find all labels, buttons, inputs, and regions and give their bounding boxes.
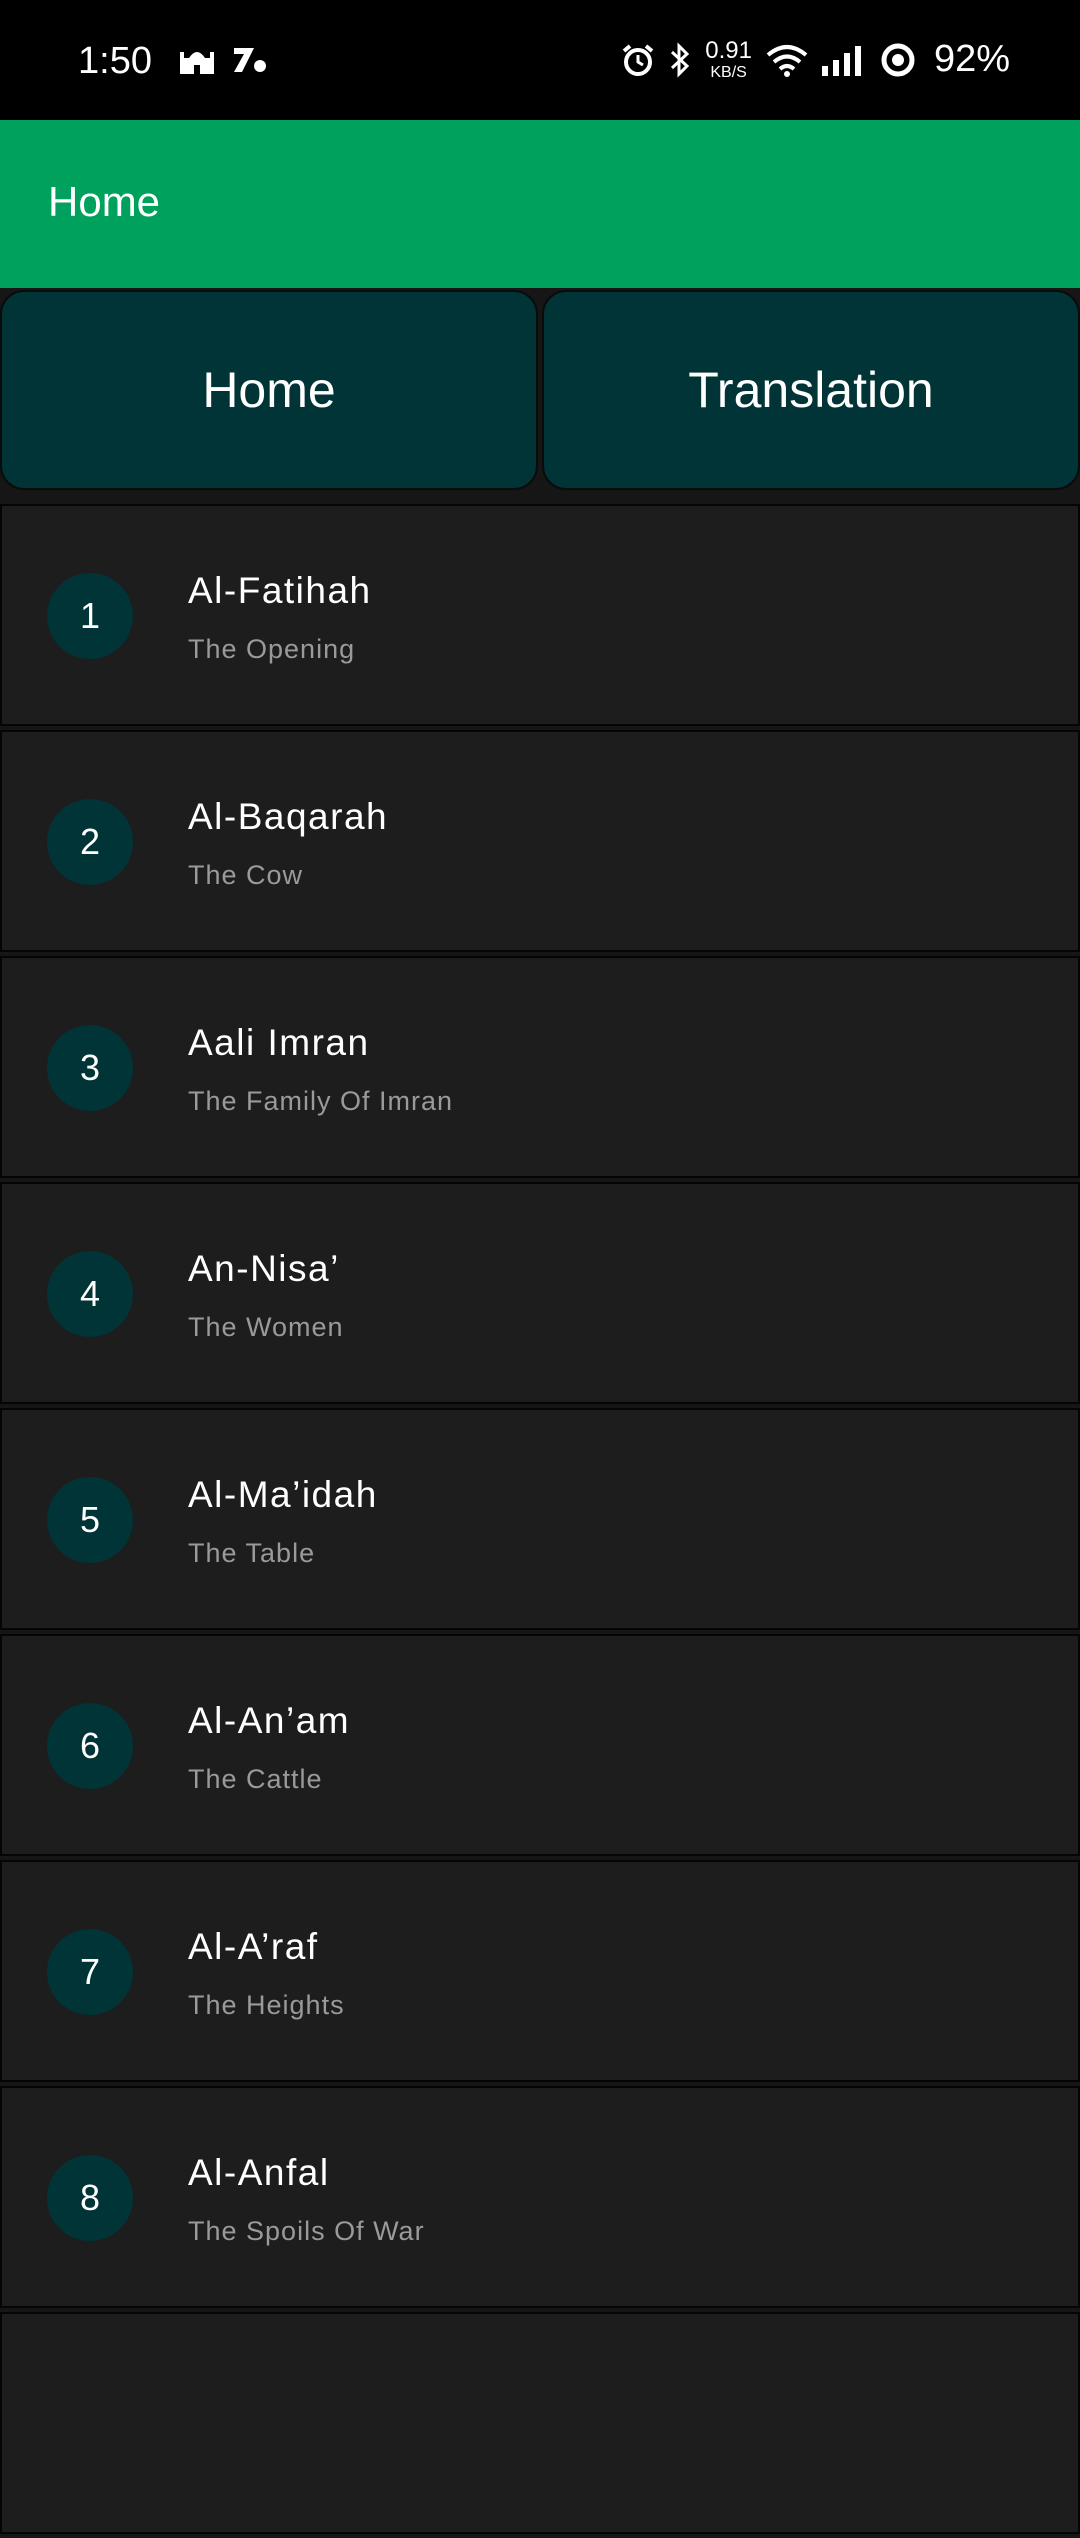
network-speed-value: 0.91 — [705, 36, 752, 64]
network-speed-unit: KB/S — [710, 63, 747, 81]
surah-meaning: The Cattle — [188, 1764, 323, 1794]
list-item[interactable]: 2 Al-Baqarah The Cow — [0, 730, 1080, 952]
list-item[interactable] — [0, 2312, 1080, 2534]
mosque-icon — [180, 44, 214, 76]
list-item[interactable]: 6 Al-An’am The Cattle — [0, 1634, 1080, 1856]
surah-number: 5 — [79, 1499, 101, 1540]
surah-meaning: The Family Of Imran — [188, 1086, 454, 1116]
surah-number: 8 — [79, 2177, 101, 2218]
surah-number: 2 — [79, 821, 101, 862]
surah-meaning: The Table — [188, 1538, 316, 1568]
surah-name: Al-Baqarah — [188, 796, 389, 837]
surah-name: Al-Fatihah — [188, 570, 372, 611]
surah-name: Al-Ma’idah — [188, 1474, 378, 1515]
list-item[interactable]: 3 Aali Imran The Family Of Imran — [0, 956, 1080, 1178]
alarm-icon — [621, 43, 655, 77]
surah-meaning: The Opening — [188, 634, 356, 664]
surah-number: 1 — [79, 595, 101, 636]
tab-bar: Home Translation — [0, 288, 1080, 492]
surah-meaning: The Spoils Of War — [188, 2216, 425, 2246]
surah-number: 6 — [79, 1725, 101, 1766]
status-bar: 1:50 0.91 KB/S 92% — [0, 0, 1080, 120]
surah-meaning: The Cow — [188, 860, 304, 890]
surah-number: 7 — [79, 1951, 101, 1992]
list-item[interactable]: 7 Al-A’raf The Heights — [0, 1860, 1080, 2082]
surah-number-badge: 8 — [47, 2155, 133, 2241]
surah-number: 4 — [79, 1273, 101, 1314]
tab-translation-label: Translation — [688, 362, 934, 418]
surah-number-badge: 4 — [47, 1251, 133, 1337]
network-speed: 0.91 KB/S — [705, 36, 752, 81]
battery-ring-icon — [880, 42, 916, 78]
app-bar: Home — [0, 120, 1080, 288]
surah-meaning: The Heights — [188, 1990, 345, 2020]
surah-name: Al-Anfal — [188, 2152, 330, 2193]
surah-number-badge: 2 — [47, 799, 133, 885]
list-item[interactable]: 8 Al-Anfal The Spoils Of War — [0, 2086, 1080, 2308]
notification-icons — [180, 44, 268, 76]
surah-list: 1 Al-Fatihah The Opening 2 Al-Baqarah Th… — [0, 504, 1080, 2538]
system-icons: 0.91 KB/S 92% — [621, 38, 1010, 81]
list-item[interactable]: 1 Al-Fatihah The Opening — [0, 504, 1080, 726]
tab-home[interactable]: Home — [0, 290, 538, 490]
surah-number-badge: 7 — [47, 1929, 133, 2015]
surah-number-badge: 6 — [47, 1703, 133, 1789]
list-item[interactable]: 4 An-Nisa’ The Women — [0, 1182, 1080, 1404]
wifi-icon — [766, 43, 808, 77]
surah-number-badge: 3 — [47, 1025, 133, 1111]
surah-name: Al-A’raf — [188, 1926, 319, 1967]
surah-number-badge: 5 — [47, 1477, 133, 1563]
surah-number-badge: 1 — [47, 573, 133, 659]
battery-percent: 92% — [933, 38, 1010, 80]
surah-name: Aali Imran — [188, 1022, 370, 1063]
app-bar-title: Home — [48, 178, 161, 225]
surah-name: An-Nisa’ — [188, 1248, 340, 1289]
app-icon — [232, 44, 268, 76]
list-item[interactable]: 5 Al-Ma’idah The Table — [0, 1408, 1080, 1630]
status-time: 1:50 — [78, 40, 152, 82]
bluetooth-icon — [669, 41, 691, 78]
signal-icon — [821, 44, 866, 76]
tab-home-label: Home — [202, 362, 336, 418]
surah-number: 3 — [79, 1047, 101, 1088]
surah-name: Al-An’am — [188, 1700, 351, 1741]
surah-meaning: The Women — [188, 1312, 344, 1342]
tab-translation[interactable]: Translation — [542, 290, 1080, 490]
